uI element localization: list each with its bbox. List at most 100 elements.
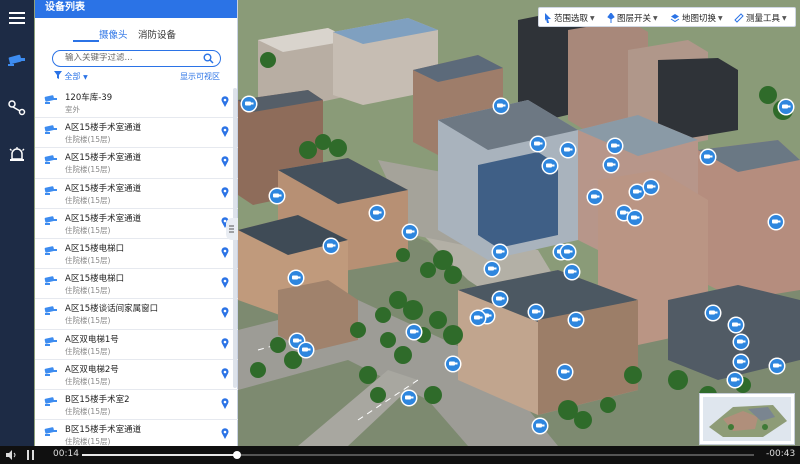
camera-marker[interactable] [492, 97, 510, 115]
alarm-icon[interactable] [0, 140, 34, 168]
camera-marker[interactable] [322, 237, 340, 255]
camera-marker[interactable] [469, 309, 487, 327]
camera-marker[interactable] [602, 156, 620, 174]
camera-icon [44, 366, 58, 380]
camera-marker[interactable] [401, 223, 419, 241]
camera-marker[interactable] [732, 353, 750, 371]
camera-marker[interactable] [567, 311, 585, 329]
route-icon[interactable] [0, 94, 34, 122]
device-list-item[interactable]: A区15楼手术室通道 住院楼(15层) [35, 118, 238, 149]
camera-marker[interactable] [531, 417, 549, 435]
device-list-item[interactable]: 120车库-39 室外 [35, 88, 238, 119]
camera-marker[interactable] [727, 316, 745, 334]
device-list-item[interactable]: A区双电梯2号 住院楼(15层) [35, 360, 238, 390]
locate-icon[interactable] [221, 96, 229, 110]
camera-marker[interactable] [586, 188, 604, 206]
camera-marker[interactable] [606, 137, 624, 155]
device-location: 室外 [65, 105, 80, 114]
progress-track[interactable] [82, 451, 754, 459]
collapse-panel-handle[interactable] [226, 218, 238, 240]
ruler-icon [734, 13, 744, 23]
layer-toggle-tool[interactable]: 图层开关 ▼ [607, 8, 658, 28]
device-list-item[interactable]: A区15楼手术室通道 住院楼(15层) [35, 179, 238, 209]
locate-icon[interactable] [221, 277, 229, 291]
tab-cameras[interactable]: 摄像头 [99, 27, 128, 41]
camera-marker[interactable] [704, 304, 722, 322]
device-name: A区15楼手术室通道 [65, 183, 142, 194]
device-location: 住院楼(15层) [65, 346, 111, 356]
device-list-item[interactable]: A区15楼手术室通道 住院楼(15层) [35, 148, 238, 179]
camera-marker[interactable] [483, 260, 501, 278]
camera-marker[interactable] [491, 290, 509, 308]
camera-marker[interactable] [297, 341, 315, 359]
locate-icon[interactable] [221, 126, 229, 140]
locate-icon[interactable] [221, 247, 229, 261]
device-list-item[interactable]: A区15楼谈话间家属窗口 住院楼(15层) [35, 299, 238, 330]
left-rail [0, 0, 34, 446]
camera-marker[interactable] [777, 98, 795, 116]
device-name: A区双电梯1号 [65, 334, 119, 345]
locate-icon[interactable] [221, 398, 229, 412]
camera-marker[interactable] [268, 187, 286, 205]
filter-all-dropdown[interactable]: 全部 ▼ [54, 71, 88, 82]
locate-icon[interactable] [221, 307, 229, 321]
camera-marker[interactable] [559, 141, 577, 159]
locate-icon[interactable] [221, 186, 229, 201]
camera-marker[interactable] [541, 157, 559, 175]
range-select-tool[interactable]: 范围选取 ▼ [544, 8, 595, 28]
device-name: A区15楼手术室通道 [65, 213, 142, 224]
device-location: 住院楼(15层) [65, 165, 111, 175]
camera-icon [44, 125, 58, 138]
camera-nav-icon[interactable] [0, 46, 34, 74]
camera-marker[interactable] [642, 178, 660, 196]
camera-marker[interactable] [768, 357, 786, 375]
device-name: B区15楼手术室2 [65, 394, 130, 405]
measure-tools[interactable]: 测量工具 ▼ [734, 8, 787, 28]
device-list-item[interactable]: A区双电梯1号 住院楼(15层) [35, 330, 238, 360]
chevron-down-icon: ▼ [590, 14, 595, 22]
locate-icon[interactable] [221, 156, 229, 170]
device-list-item[interactable]: A区15楼电梯口 住院楼(15层) [35, 239, 238, 270]
camera-marker[interactable] [563, 263, 581, 281]
minimap[interactable] [699, 393, 795, 445]
pause-icon[interactable] [27, 450, 35, 463]
camera-marker[interactable] [767, 213, 785, 231]
camera-marker[interactable] [529, 135, 547, 153]
camera-icon [44, 95, 58, 108]
camera-icon [44, 155, 58, 168]
camera-marker[interactable] [726, 371, 744, 389]
camera-marker[interactable] [556, 363, 574, 381]
camera-marker[interactable] [559, 243, 577, 261]
map-view[interactable] [238, 0, 800, 446]
camera-marker[interactable] [240, 95, 258, 113]
camera-marker[interactable] [491, 243, 509, 261]
locate-icon[interactable] [221, 428, 229, 442]
camera-marker[interactable] [444, 355, 462, 373]
camera-marker[interactable] [732, 333, 750, 351]
minimap-thumbnail [703, 397, 791, 441]
camera-marker[interactable] [527, 303, 545, 321]
collapse-icon [229, 225, 234, 233]
device-list-item[interactable]: B区15楼手术室2 住院楼(15层) [35, 390, 238, 421]
progress-knob[interactable] [232, 451, 241, 459]
camera-marker[interactable] [626, 209, 644, 227]
camera-marker[interactable] [287, 269, 305, 287]
camera-marker[interactable] [405, 323, 423, 341]
show-visible-area-link[interactable]: 显示可视区 [180, 71, 220, 82]
camera-marker[interactable] [699, 148, 717, 166]
device-location: 住院楼(15层) [65, 135, 111, 145]
device-list-item[interactable]: A区15楼电梯口 住院楼(15层) [35, 269, 238, 300]
locate-icon[interactable] [221, 337, 229, 352]
volume-icon[interactable] [6, 450, 18, 463]
camera-marker[interactable] [400, 389, 418, 407]
search-icon[interactable] [203, 53, 214, 67]
active-tab-indicator [73, 40, 99, 42]
device-name: A区15楼电梯口 [65, 274, 125, 285]
map-switch-tool[interactable]: 地图切换 ▼ [670, 8, 723, 28]
locate-icon[interactable] [221, 367, 229, 382]
device-list: 120车库-39 室外 A区15楼手术室通道 住院楼(15层) A区15楼手术室通道 住院… [35, 88, 238, 451]
device-list-item[interactable]: A区15楼手术室通道 住院楼(15层) [35, 209, 238, 239]
camera-marker[interactable] [368, 204, 386, 222]
menu-icon[interactable] [0, 4, 34, 32]
tab-fire-devices[interactable]: 消防设备 [138, 27, 176, 41]
